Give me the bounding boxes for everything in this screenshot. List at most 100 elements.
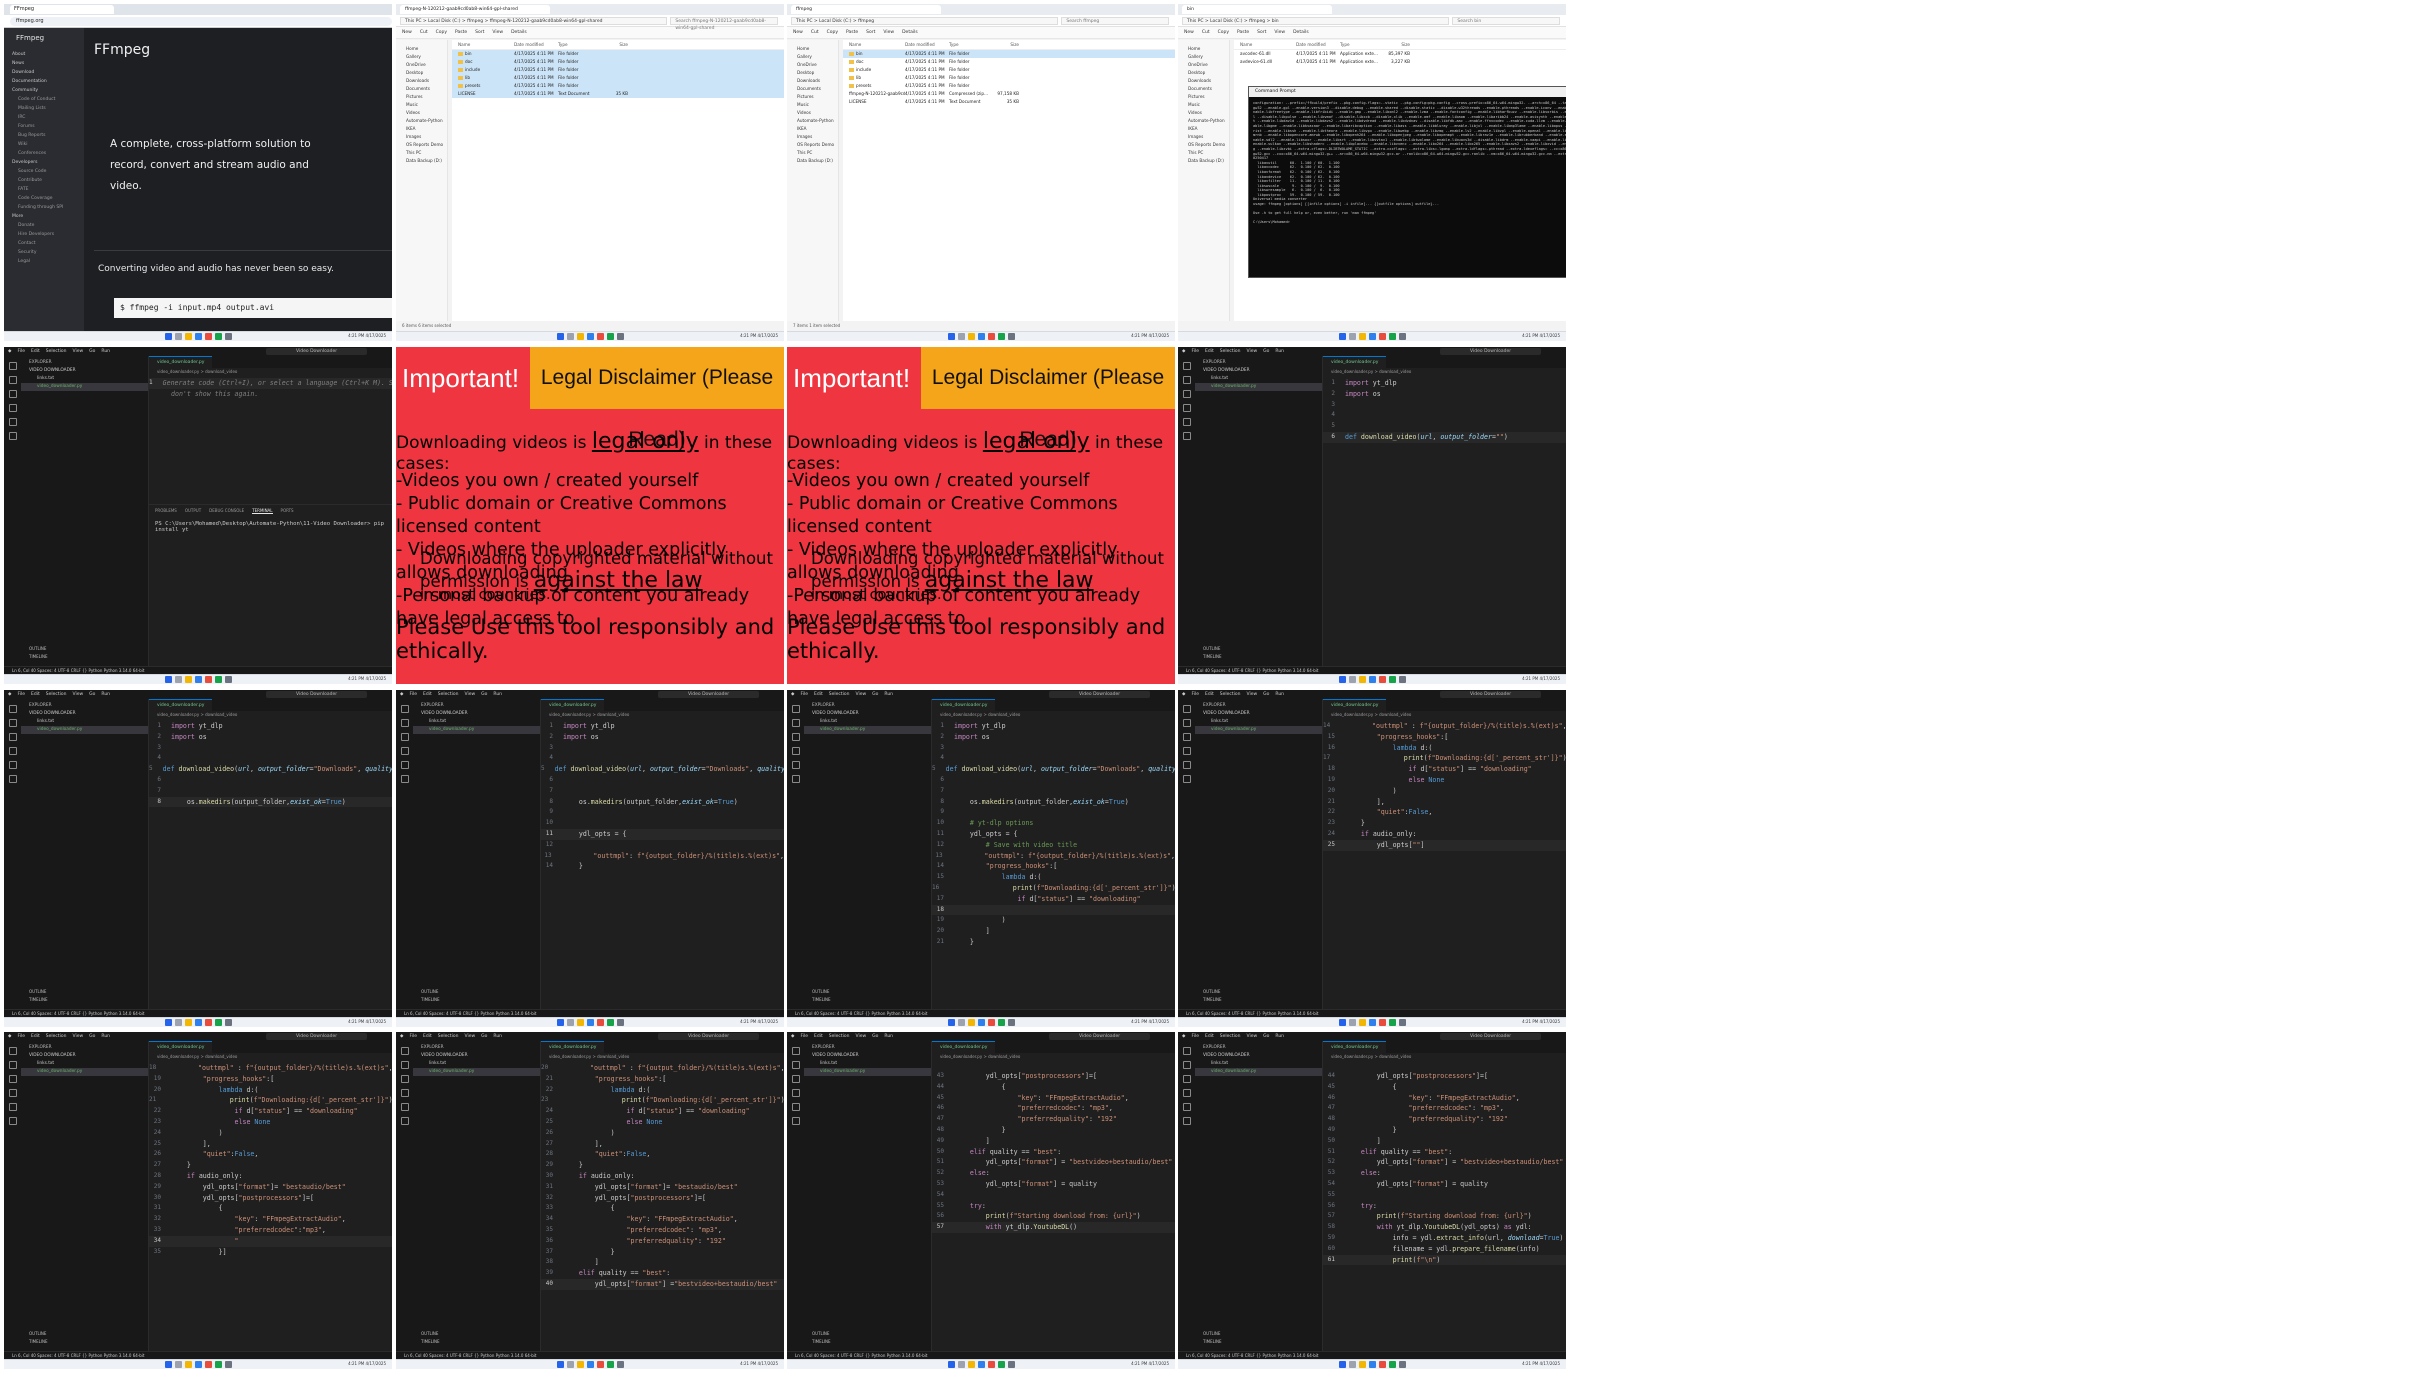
search-icon[interactable] <box>791 1061 800 1069</box>
start-icon[interactable] <box>164 676 172 683</box>
search-icon[interactable] <box>1182 376 1191 384</box>
vscode-icon[interactable] <box>606 333 614 340</box>
extensions-icon[interactable] <box>8 761 17 769</box>
testing-icon[interactable] <box>400 775 409 783</box>
nav-item[interactable]: Downloads <box>787 76 838 84</box>
menu-run[interactable]: Run <box>1275 1034 1284 1039</box>
command-center[interactable]: Video Downloader <box>266 1033 368 1040</box>
chrome-icon[interactable] <box>204 1361 212 1368</box>
file-row[interactable]: ffmpeg-N-120212-gaab9cd0ab8...4/17/2025 … <box>843 90 1175 98</box>
nav-item[interactable]: Data Backup (D:) <box>787 156 838 164</box>
terminal-icon[interactable] <box>1398 333 1406 340</box>
chrome-icon[interactable] <box>204 676 212 683</box>
nav-item[interactable]: Downloads <box>1178 76 1229 84</box>
files-icon[interactable] <box>1182 362 1191 370</box>
search-icon[interactable] <box>1348 333 1356 340</box>
search-box[interactable]: Search ffmpeg <box>1061 16 1169 25</box>
edge-icon[interactable] <box>977 1019 985 1026</box>
file-links-txt[interactable]: links.txt <box>804 1060 931 1068</box>
vscode-icon[interactable] <box>997 1019 1005 1026</box>
menu-go[interactable]: Go <box>1263 692 1269 697</box>
timeline-section[interactable]: TIMELINE <box>21 1337 48 1345</box>
menu-go[interactable]: Go <box>872 692 878 697</box>
breadcrumb[interactable]: video_downloader.py > download_video <box>149 711 392 719</box>
source-control-icon[interactable] <box>791 733 800 741</box>
terminal-icon[interactable] <box>224 1019 232 1026</box>
source-control-icon[interactable] <box>8 733 17 741</box>
nav-item[interactable]: Desktop <box>787 68 838 76</box>
nav-item[interactable]: Documents <box>396 84 447 92</box>
edge-icon[interactable] <box>977 333 985 340</box>
nav-item[interactable]: OneDrive <box>396 60 447 68</box>
source-control-icon[interactable] <box>8 1075 17 1083</box>
chrome-icon[interactable] <box>1378 333 1386 340</box>
search-icon[interactable] <box>566 1019 574 1026</box>
nav-item[interactable]: Data Backup (D:) <box>1178 156 1229 164</box>
sidebar-sublink[interactable]: Code of Conduct <box>4 95 84 104</box>
chrome-icon[interactable] <box>204 333 212 340</box>
panel-tab-output[interactable]: OUTPUT <box>185 508 201 514</box>
terminal-icon[interactable] <box>224 1361 232 1368</box>
extensions-icon[interactable] <box>400 1103 409 1111</box>
menu-edit[interactable]: Edit <box>814 1034 823 1039</box>
column-header[interactable]: Type <box>949 40 989 49</box>
start-icon[interactable] <box>556 1019 564 1026</box>
chrome-icon[interactable] <box>1378 676 1386 683</box>
menu-go[interactable]: Go <box>1263 349 1269 354</box>
nav-item[interactable]: Gallery <box>396 52 447 60</box>
nav-item[interactable]: OS Reports Demo <box>787 140 838 148</box>
address-bar[interactable]: This PC > Local Disk (C:) > ffmpeg <box>791 16 1059 25</box>
menu-run[interactable]: Run <box>493 692 502 697</box>
source-control-icon[interactable] <box>1182 390 1191 398</box>
file-explorer-icon[interactable] <box>1358 1361 1366 1368</box>
nav-item[interactable]: IKEA <box>787 124 838 132</box>
extensions-icon[interactable] <box>8 418 17 426</box>
column-header[interactable]: Size <box>1380 40 1410 49</box>
tab-video-downloader[interactable]: video_downloader.py <box>149 1041 213 1053</box>
file-row[interactable]: presets 4/17/2025 4:11 PM File folder <box>452 82 784 90</box>
folder-video-downloader[interactable]: VIDEO DOWNLOADER <box>1195 710 1322 718</box>
nav-item[interactable]: Downloads <box>396 76 447 84</box>
files-icon[interactable] <box>400 1047 409 1055</box>
editor-area[interactable]: video_downloader.py video_downloader.py >… <box>1323 356 1566 666</box>
nav-item[interactable]: Videos <box>787 108 838 116</box>
file-row[interactable]: LICENSE 4/17/2025 4:11 PM Text Document 35 … <box>843 98 1175 106</box>
nav-item[interactable]: Gallery <box>1178 52 1229 60</box>
code-editor[interactable]: 1 import yt_dlp 2 import os 3 4 5 def download_… <box>932 719 1175 948</box>
menu-selection[interactable]: Selection <box>46 349 67 354</box>
file-explorer-icon[interactable] <box>1358 676 1366 683</box>
search-icon[interactable] <box>174 676 182 683</box>
nav-item[interactable]: Music <box>787 100 838 108</box>
menu-edit[interactable]: Edit <box>1205 692 1214 697</box>
menu-view[interactable]: View <box>72 692 83 697</box>
start-icon[interactable] <box>556 333 564 340</box>
search-icon[interactable] <box>566 333 574 340</box>
menu-go[interactable]: Go <box>1263 1034 1269 1039</box>
search-icon[interactable] <box>1348 676 1356 683</box>
start-icon[interactable] <box>1338 1019 1346 1026</box>
browser-tab-ffmpeg[interactable]: FFmpeg <box>10 5 114 14</box>
edge-icon[interactable] <box>1368 676 1376 683</box>
edge-icon[interactable] <box>194 1361 202 1368</box>
outline-section[interactable]: OUTLINE <box>21 987 46 995</box>
extensions-icon[interactable] <box>8 1103 17 1111</box>
files-icon[interactable] <box>8 362 17 370</box>
command-details[interactable]: Details <box>511 30 527 35</box>
outline-section[interactable]: OUTLINE <box>804 987 829 995</box>
system-clock[interactable]: 4:21 PM 4/17/2025 <box>1522 333 1560 338</box>
menu-edit[interactable]: Edit <box>814 692 823 697</box>
vscode-icon[interactable] <box>214 1019 222 1026</box>
source-control-icon[interactable] <box>791 1075 800 1083</box>
panel-tab-debug-console[interactable]: DEBUG CONSOLE <box>209 508 244 514</box>
vscode-icon[interactable] <box>1388 1019 1396 1026</box>
nav-item[interactable]: OneDrive <box>787 60 838 68</box>
menu-run[interactable]: Run <box>101 349 110 354</box>
nav-item[interactable]: Automate-Python <box>787 116 838 124</box>
command-center[interactable]: Video Downloader <box>1440 691 1542 698</box>
menu-selection[interactable]: Selection <box>438 1034 459 1039</box>
file-row[interactable]: doc 4/17/2025 4:11 PM File folder <box>843 58 1175 66</box>
file-video-downloader-py[interactable]: video_downloader.py <box>1195 382 1322 391</box>
sidebar-sublink[interactable]: Security <box>4 248 84 257</box>
search-icon[interactable] <box>1182 1061 1191 1069</box>
nav-item[interactable]: This PC <box>1178 148 1229 156</box>
